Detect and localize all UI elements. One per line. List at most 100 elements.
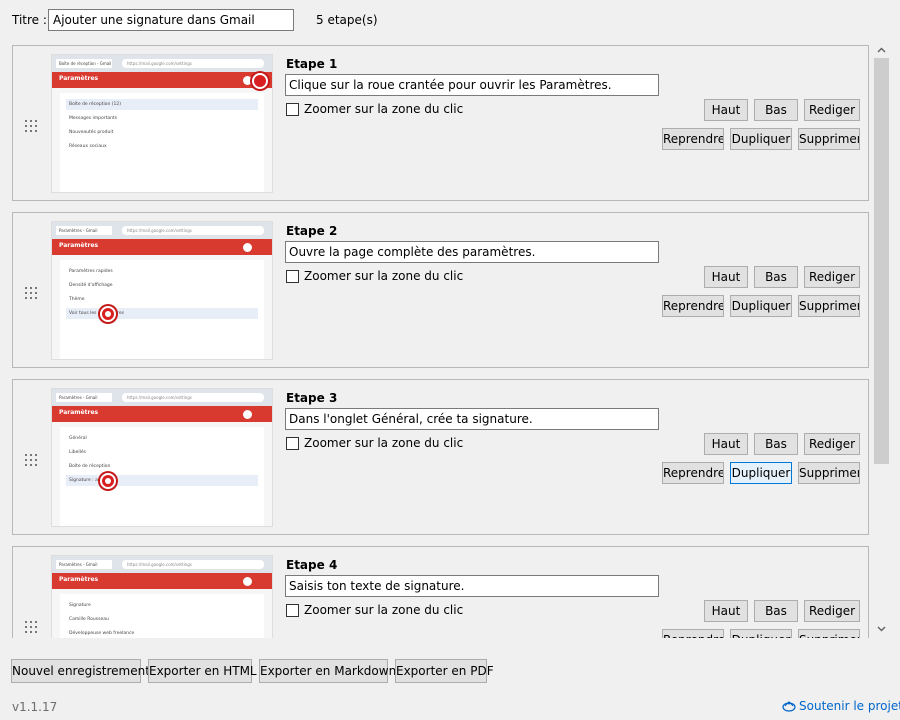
zoom-label: Zoomer sur la zone du clic <box>304 269 464 283</box>
step-title: Etape 1 <box>286 57 338 71</box>
click-marker-icon <box>100 473 116 489</box>
retake-button[interactable]: Reprendre <box>662 629 724 638</box>
step-description-input[interactable]: Ouvre la page complète des paramètres. <box>285 241 659 263</box>
thumb-item: Signature <box>69 603 91 608</box>
drag-handle-icon[interactable] <box>25 120 39 132</box>
move-up-button[interactable]: Haut <box>704 266 748 288</box>
thumb-item: Camille Rousseau <box>69 617 109 622</box>
step-screenshot[interactable]: Boîte de réception - Gmail https://mail.g… <box>52 55 272 192</box>
zoom-checkbox[interactable] <box>286 604 299 617</box>
thumb-header: Paramètres <box>59 75 99 82</box>
drag-handle-icon[interactable] <box>25 454 39 466</box>
move-down-button[interactable]: Bas <box>754 433 798 455</box>
thumb-url: https://mail.google.com/settings <box>122 393 264 402</box>
move-up-button[interactable]: Haut <box>704 99 748 121</box>
duplicate-button[interactable]: Dupliquer <box>730 128 792 150</box>
step-screenshot[interactable]: Paramètres - Gmail https://mail.google.co… <box>52 222 272 359</box>
thumb-tab: Paramètres - Gmail <box>56 226 112 235</box>
rewrite-button[interactable]: Rediger <box>804 99 860 121</box>
thumb-item: Thème <box>69 297 85 302</box>
thumb-item: Libellés <box>69 450 86 455</box>
export-markdown-button[interactable]: Exporter en Markdown <box>259 659 396 683</box>
donate-icon <box>782 701 796 712</box>
step-title: Etape 3 <box>286 391 338 405</box>
move-down-button[interactable]: Bas <box>754 600 798 622</box>
scrollbar-thumb[interactable] <box>874 58 889 464</box>
retake-button[interactable]: Reprendre <box>662 295 724 317</box>
step-card: Paramètres - Gmail https://mail.google.co… <box>12 546 869 638</box>
delete-button[interactable]: Supprimer <box>798 629 860 638</box>
thumb-item: Densité d'affichage <box>69 283 113 288</box>
step-description-input[interactable]: Dans l'onglet Général, crée ta signature… <box>285 408 659 430</box>
zoom-checkbox[interactable] <box>286 270 299 283</box>
thumb-toggle <box>243 243 252 252</box>
thumb-header: Paramètres <box>59 409 99 416</box>
thumb-item: Boîte de réception <box>69 464 111 469</box>
step-title: Etape 4 <box>286 558 338 572</box>
step-card: Paramètres - Gmail https://mail.google.co… <box>12 379 869 535</box>
title-label: Titre : <box>12 13 47 27</box>
move-down-button[interactable]: Bas <box>754 99 798 121</box>
version-label: v1.1.17 <box>12 700 58 714</box>
vertical-scrollbar[interactable] <box>873 42 890 638</box>
duplicate-button[interactable]: Dupliquer <box>730 295 792 317</box>
move-up-button[interactable]: Haut <box>704 433 748 455</box>
step-title: Etape 2 <box>286 224 338 238</box>
rewrite-button[interactable]: Rediger <box>804 266 860 288</box>
zoom-label: Zoomer sur la zone du clic <box>304 436 464 450</box>
duplicate-button[interactable]: Dupliquer <box>730 629 792 638</box>
step-description-input[interactable]: Clique sur la roue crantée pour ouvrir l… <box>285 74 659 96</box>
thumb-url: https://mail.google.com/settings <box>122 226 264 235</box>
retake-button[interactable]: Reprendre <box>662 462 724 484</box>
zoom-checkbox[interactable] <box>286 103 299 116</box>
export-html-button[interactable]: Exporter en HTML <box>148 659 257 683</box>
thumb-toggle <box>243 410 252 419</box>
move-down-button[interactable]: Bas <box>754 266 798 288</box>
rewrite-button[interactable]: Rediger <box>804 600 860 622</box>
delete-button[interactable]: Supprimer <box>798 462 860 484</box>
step-screenshot[interactable]: Paramètres - Gmail https://mail.google.co… <box>52 389 272 526</box>
thumb-url: https://mail.google.com/settings <box>122 59 264 68</box>
click-marker-icon <box>252 73 268 89</box>
delete-button[interactable]: Supprimer <box>798 128 860 150</box>
step-card: Boîte de réception - Gmail https://mail.g… <box>12 45 869 201</box>
support-link[interactable]: Soutenir le projet <box>782 699 900 713</box>
thumb-item: Général <box>69 436 87 441</box>
steps-list[interactable]: Boîte de réception - Gmail https://mail.g… <box>0 42 872 638</box>
title-input[interactable]: Ajouter une signature dans Gmail <box>48 9 294 31</box>
zoom-label: Zoomer sur la zone du clic <box>304 102 464 116</box>
thumb-toggle <box>243 577 252 586</box>
chevron-down-icon[interactable] <box>873 623 890 637</box>
thumb-item: Nouveautés produit <box>69 130 114 135</box>
thumb-item: Réseaux sociaux <box>69 144 107 149</box>
thumb-item: Signature : aucune <box>66 475 258 486</box>
zoom-checkbox[interactable] <box>286 437 299 450</box>
step-count: 5 etape(s) <box>316 13 378 27</box>
drag-handle-icon[interactable] <box>25 621 39 633</box>
thumb-tab: Boîte de réception - Gmail <box>56 59 112 68</box>
step-description-input[interactable]: Saisis ton texte de signature. <box>285 575 659 597</box>
rewrite-button[interactable]: Rediger <box>804 433 860 455</box>
new-recording-button[interactable]: Nouvel enregistrement <box>11 659 150 683</box>
thumb-item: Développeuse web freelance <box>69 631 135 636</box>
click-marker-icon <box>100 306 116 322</box>
step-card: Paramètres - Gmail https://mail.google.co… <box>12 212 869 368</box>
thumb-item: Voir tous les paramètres <box>66 308 258 319</box>
thumb-item: Messages importants <box>69 116 118 121</box>
top-bar: Titre : Ajouter une signature dans Gmail… <box>0 0 900 42</box>
thumb-toggle <box>243 76 252 85</box>
thumb-header: Paramètres <box>59 242 99 249</box>
duplicate-button[interactable]: Dupliquer <box>730 462 792 484</box>
retake-button[interactable]: Reprendre <box>662 128 724 150</box>
delete-button[interactable]: Supprimer <box>798 295 860 317</box>
export-pdf-button[interactable]: Exporter en PDF <box>395 659 494 683</box>
drag-handle-icon[interactable] <box>25 287 39 299</box>
thumb-tab: Paramètres - Gmail <box>56 560 112 569</box>
thumb-item: Paramètres rapides <box>69 269 113 274</box>
thumb-header: Paramètres <box>59 576 99 583</box>
thumb-url: https://mail.google.com/settings <box>122 560 264 569</box>
chevron-up-icon[interactable] <box>873 44 890 58</box>
thumb-item: Boîte de réception (12) <box>66 99 258 110</box>
move-up-button[interactable]: Haut <box>704 600 748 622</box>
step-screenshot[interactable]: Paramètres - Gmail https://mail.google.co… <box>52 556 272 638</box>
